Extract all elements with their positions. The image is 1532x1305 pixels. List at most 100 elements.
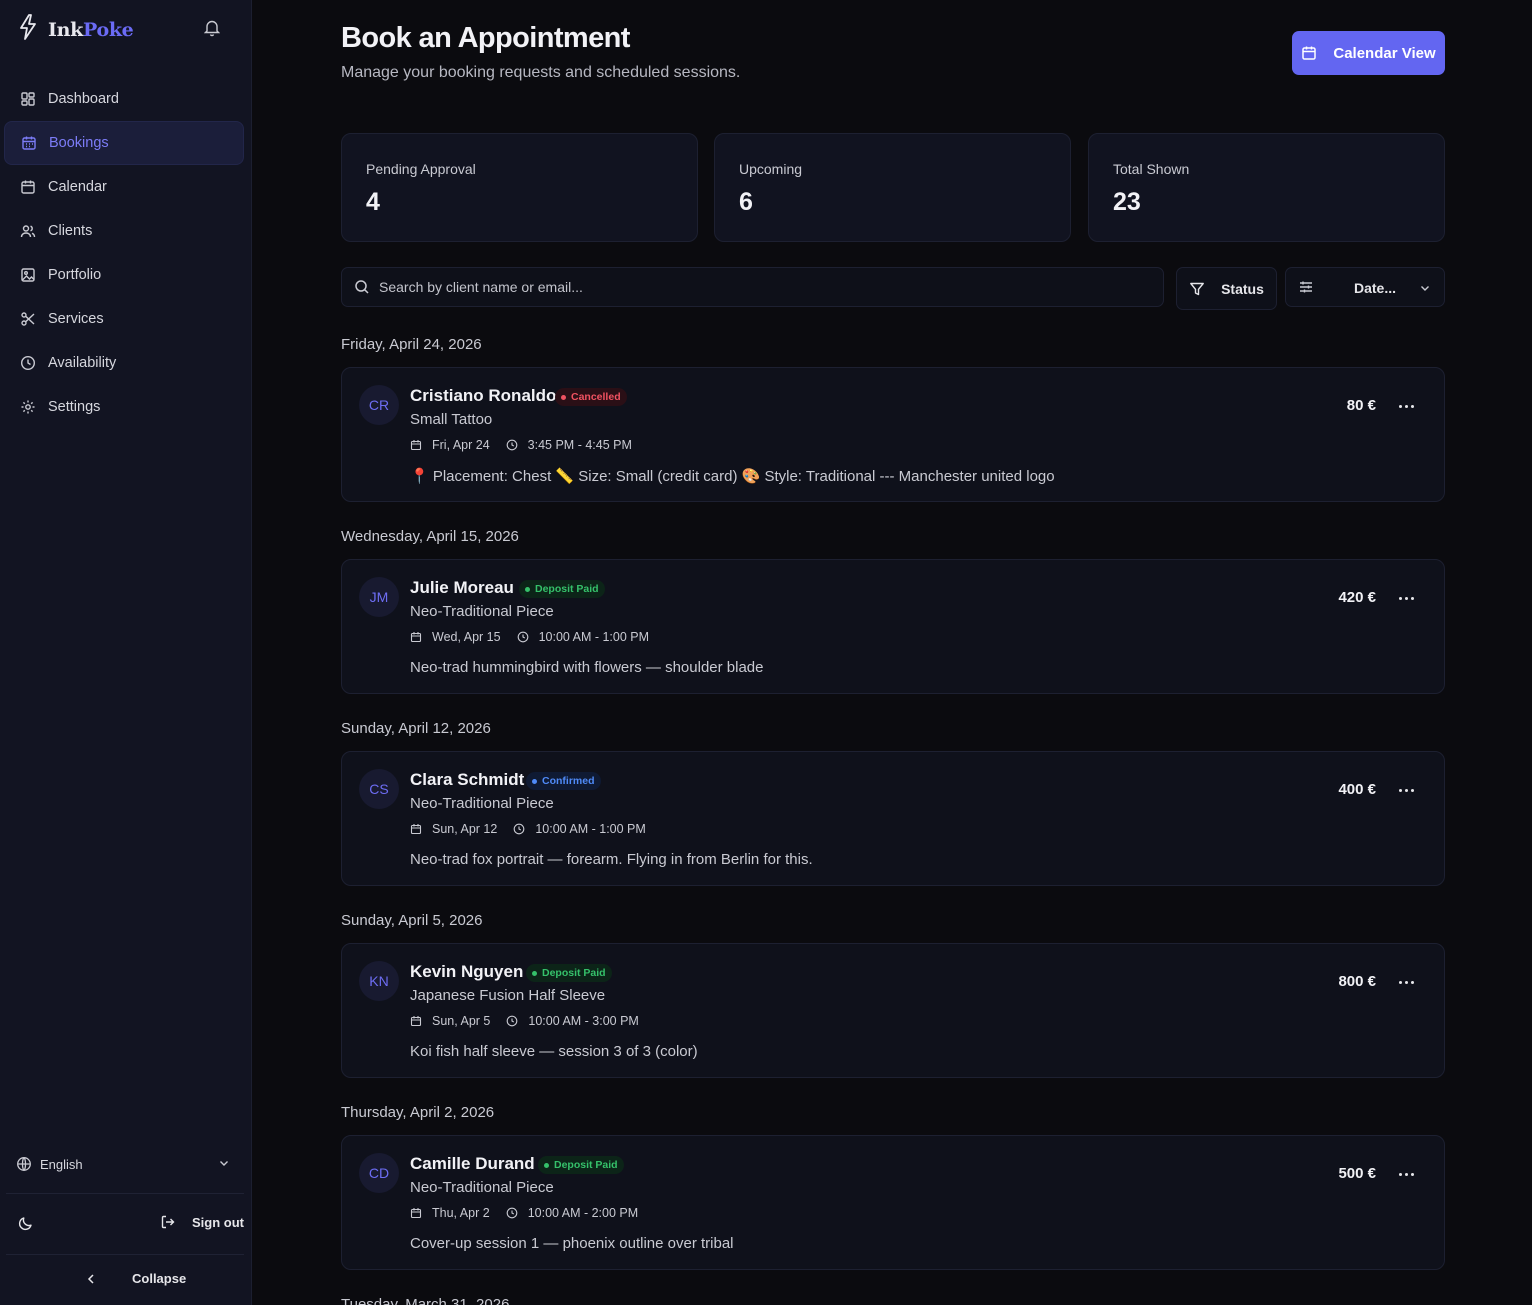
date-group-heading: Thursday, April 2, 2026 <box>341 1104 495 1121</box>
calendar-icon <box>410 439 427 451</box>
client-name: Clara Schmidt <box>410 770 525 789</box>
booking-card[interactable]: CS Clara Schmidt Confirmed Neo-Tradition… <box>341 751 1445 886</box>
booking-price: 500 € <box>1338 1165 1376 1182</box>
bell-icon[interactable] <box>203 19 221 42</box>
clock-icon <box>506 1207 523 1219</box>
calendar-icon <box>410 631 427 643</box>
sidebar-item-label: Bookings <box>49 135 109 151</box>
service-name: Japanese Fusion Half Sleeve <box>410 987 606 1004</box>
status-filter-label: Status <box>1221 280 1264 297</box>
stat-label: Upcoming <box>739 161 803 177</box>
booking-meta: Thu, Apr 2 10:00 AM - 2:00 PM <box>410 1206 638 1220</box>
moon-icon[interactable] <box>18 1215 34 1236</box>
booking-price: 80 € <box>1346 397 1376 414</box>
more-options-icon[interactable] <box>1397 590 1417 606</box>
booking-notes: Koi fish half sleeve — session 3 of 3 (c… <box>410 1043 698 1060</box>
more-options-icon[interactable] <box>1397 1166 1417 1182</box>
chevron-down-icon <box>1419 281 1431 297</box>
sidebar-item-label: Calendar <box>48 179 107 195</box>
booking-card[interactable]: JM Julie Moreau Deposit Paid Neo-Traditi… <box>341 559 1445 694</box>
date-group-heading: Sunday, April 12, 2026 <box>341 720 491 737</box>
booking-price: 400 € <box>1338 781 1376 798</box>
calendar-grid-icon <box>21 135 37 151</box>
client-name: Cristiano Ronaldo <box>410 386 557 405</box>
more-options-icon[interactable] <box>1397 974 1417 990</box>
service-name: Neo-Traditional Piece <box>410 603 554 620</box>
booking-meta: Sun, Apr 5 10:00 AM - 3:00 PM <box>410 1014 639 1028</box>
date-sort-label: Date... <box>1354 280 1397 296</box>
booking-date: Sun, Apr 5 <box>432 1014 491 1028</box>
divider <box>6 1254 244 1255</box>
filter-icon <box>1189 281 1213 297</box>
booking-time: 10:00 AM - 3:00 PM <box>528 1014 639 1028</box>
sidebar-item-label: Dashboard <box>48 91 119 107</box>
sidebar-item-label: Services <box>48 311 104 327</box>
search-input[interactable] <box>379 279 1139 295</box>
clock-icon <box>513 823 530 835</box>
booking-card[interactable]: CD Camille Durand Deposit Paid Neo-Tradi… <box>341 1135 1445 1270</box>
calendar-view-label: Calendar View <box>1333 44 1436 62</box>
booking-notes: Neo-trad fox portrait — forearm. Flying … <box>410 851 813 868</box>
stat-label: Pending Approval <box>366 161 476 177</box>
bolt-icon <box>18 14 38 45</box>
sidebar-item-portfolio[interactable]: Portfolio <box>4 253 244 297</box>
stat-value: 23 <box>1113 188 1141 216</box>
date-group-heading: Wednesday, April 15, 2026 <box>341 528 519 545</box>
service-name: Neo-Traditional Piece <box>410 1179 554 1196</box>
client-name: Camille Durand <box>410 1154 535 1173</box>
date-sort-select[interactable]: Date... <box>1285 267 1445 307</box>
sign-out-label: Sign out <box>192 1214 244 1230</box>
calendar-icon <box>20 179 36 195</box>
sidebar-item-services[interactable]: Services <box>4 297 244 341</box>
sidebar-item-clients[interactable]: Clients <box>4 209 244 253</box>
service-name: Neo-Traditional Piece <box>410 795 554 812</box>
calendar-icon <box>1301 45 1325 61</box>
booking-price: 800 € <box>1338 973 1376 990</box>
sliders-icon <box>1298 279 1314 298</box>
log-out-icon <box>160 1214 184 1230</box>
language-label: English <box>40 1156 83 1172</box>
brand-logo[interactable]: InkPoke <box>18 14 134 45</box>
sidebar-item-label: Settings <box>48 399 101 415</box>
sidebar-item-availability[interactable]: Availability <box>4 341 244 385</box>
client-name: Kevin Nguyen <box>410 962 524 981</box>
stat-card-pending: Pending Approval 4 <box>341 133 698 242</box>
booking-card[interactable]: CR Cristiano Ronaldo Cancelled Small Tat… <box>341 367 1445 502</box>
date-group-heading: Sunday, April 5, 2026 <box>341 912 483 929</box>
sidebar-item-bookings[interactable]: Bookings <box>4 121 244 165</box>
booking-time: 3:45 PM - 4:45 PM <box>527 438 632 452</box>
status-filter-button[interactable]: Status <box>1176 267 1277 310</box>
more-options-icon[interactable] <box>1397 782 1417 798</box>
language-select[interactable]: English <box>16 1156 236 1172</box>
collapse-button[interactable]: Collapse <box>86 1271 186 1286</box>
booking-date: Thu, Apr 2 <box>432 1206 490 1220</box>
status-badge: Deposit Paid <box>526 964 612 982</box>
client-name: Julie Moreau <box>410 578 514 597</box>
sign-out-button[interactable]: Sign out <box>160 1214 244 1230</box>
booking-notes: Neo-trad hummingbird with flowers — shou… <box>410 659 764 676</box>
calendar-view-button[interactable]: Calendar View <box>1292 31 1445 75</box>
avatar: CS <box>359 769 399 809</box>
sidebar-item-label: Clients <box>48 223 93 239</box>
status-badge: Cancelled <box>555 388 627 406</box>
booking-date: Wed, Apr 15 <box>432 630 501 644</box>
booking-meta: Fri, Apr 24 3:45 PM - 4:45 PM <box>410 438 632 452</box>
sidebar-item-dashboard[interactable]: Dashboard <box>4 77 244 121</box>
booking-card[interactable]: KN Kevin Nguyen Deposit Paid Japanese Fu… <box>341 943 1445 1078</box>
stat-label: Total Shown <box>1113 161 1190 177</box>
sidebar-item-calendar[interactable]: Calendar <box>4 165 244 209</box>
calendar-icon <box>410 1207 427 1219</box>
date-group-heading: Tuesday, March 31, 2026 <box>341 1296 510 1305</box>
chevron-left-icon <box>86 1273 114 1285</box>
more-options-icon[interactable] <box>1397 398 1417 414</box>
booking-meta: Sun, Apr 12 10:00 AM - 1:00 PM <box>410 822 646 836</box>
booking-notes: 📍 Placement: Chest 📏 Size: Small (credit… <box>410 468 1055 485</box>
booking-date: Sun, Apr 12 <box>432 822 498 836</box>
sidebar-item-settings[interactable]: Settings <box>4 385 244 429</box>
calendar-icon <box>410 1015 427 1027</box>
clock-icon <box>506 1015 523 1027</box>
status-badge: Deposit Paid <box>519 580 605 598</box>
booking-time: 10:00 AM - 2:00 PM <box>527 1206 639 1220</box>
layout-grid-icon <box>20 91 36 107</box>
sidebar-item-label: Portfolio <box>48 267 102 283</box>
